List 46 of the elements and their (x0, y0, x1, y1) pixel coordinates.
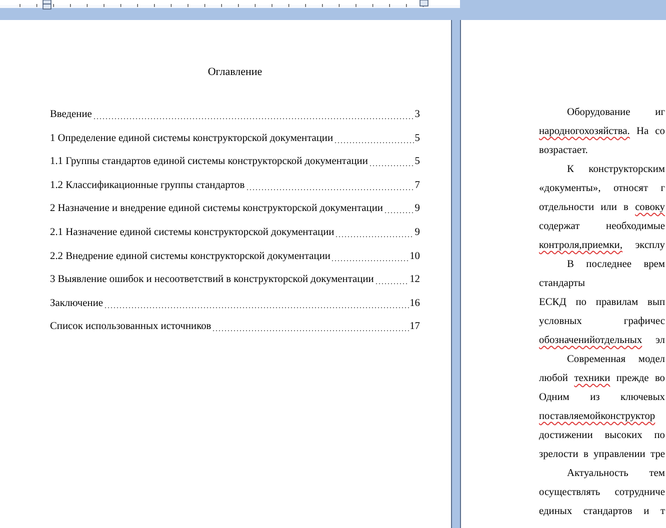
body-text-line: зрелости в управлении тре (539, 448, 665, 462)
page-number: 9 (414, 202, 420, 216)
page-number: 17 (410, 320, 420, 334)
toc-entry: 2.1 Назначение единой системы конструкторской документации (50, 226, 334, 240)
body-text-line: обозначенийотдельных эл (539, 334, 665, 348)
toc-entry: 3 Выявление ошибок и несоответствий в конструкторской документации (50, 273, 374, 288)
toc-entry: 1.1 Группы стандартов единой системы конструкторской документации (50, 155, 368, 170)
toc-entry: 1 Определение единой системы конструкторской документации (50, 132, 334, 146)
page-number: 16 (410, 296, 420, 311)
body-text-line: «документы», относят г (539, 182, 665, 196)
body-text-line: Актуальность тем (566, 467, 665, 481)
toc-entry: Введение (50, 108, 92, 122)
page-number: 5 (414, 132, 420, 146)
body-text-line: условных графичес (539, 315, 665, 329)
body-text-line: Современная модел (566, 353, 665, 367)
page-number: 9 (414, 226, 420, 240)
toc-title: Оглавление (208, 66, 262, 78)
body-text-line: осуществлять сотрудниче (539, 486, 665, 500)
body-text-line: любой техники прежде во (539, 372, 665, 386)
body-text-line: возрастает. (539, 144, 589, 158)
toc-entry: Список использованных источников (50, 320, 212, 334)
body-text-line: ЕСКД по правилам вып (539, 296, 665, 310)
toc-entry: 2.2 Внедрение единой системы конструкторской документации (50, 250, 330, 264)
page-number: 3 (414, 108, 420, 122)
page-number: 10 (410, 250, 420, 264)
toc-entry: Заключение (50, 296, 103, 311)
toc-entry: 2 Назначение и внедрение единой системы конструкторской документации (50, 202, 383, 216)
body-text-line: народногохозяйства. На со (539, 125, 665, 139)
body-text-line: контроля,приемки, эксплу (539, 239, 665, 253)
body-text-line: К конструкторским (566, 163, 665, 177)
body-text-line: Одним из ключевых (539, 391, 665, 405)
body-text-line: В последнее врем (566, 258, 665, 272)
toc-entry: 1.2 Классификационные группы стандартов (50, 178, 245, 193)
page-number: 7 (414, 178, 420, 193)
leader-line (368, 165, 414, 166)
body-text-line: единых стандартов и т (539, 505, 665, 519)
body-text-line: стандарты (539, 277, 586, 291)
body-text-line: поставляемойконструктор (539, 410, 656, 424)
body-text-line: отдельности или в совоку (539, 201, 665, 215)
page-number: 5 (414, 155, 420, 170)
page-number: 12 (410, 273, 420, 288)
body-text-line: достижении высоких по (539, 429, 665, 443)
body-text-line: содержат необходимые (539, 220, 665, 234)
leader-line (384, 212, 414, 214)
body-text-line: Оборудование иг (566, 106, 665, 120)
leader-line (374, 283, 409, 284)
